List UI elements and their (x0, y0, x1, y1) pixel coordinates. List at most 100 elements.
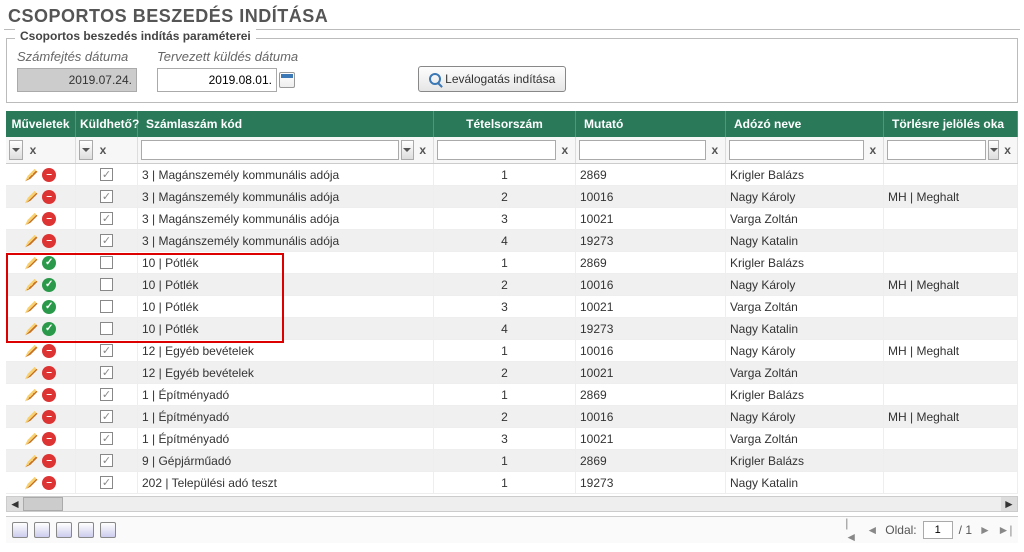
sendable-checkbox[interactable] (100, 366, 113, 379)
reload-icon[interactable] (34, 522, 50, 538)
sendable-checkbox[interactable] (100, 344, 113, 357)
table-row[interactable]: –12 | Egyéb bevételek110016Nagy KárolyMH… (6, 340, 1018, 362)
edit-icon[interactable] (25, 300, 39, 314)
filter-name-input[interactable] (729, 140, 864, 160)
table-row[interactable]: –1 | Építményadó310021Varga Zoltán (6, 428, 1018, 450)
table-row[interactable]: –1 | Építményadó210016Nagy KárolyMH | Me… (6, 406, 1018, 428)
status-icon[interactable]: – (42, 388, 56, 402)
sendable-checkbox[interactable] (100, 278, 113, 291)
filter-reason-dd[interactable] (988, 140, 999, 160)
sendable-checkbox[interactable] (100, 234, 113, 247)
edit-icon[interactable] (25, 366, 39, 380)
sendable-checkbox[interactable] (100, 256, 113, 269)
edit-icon[interactable] (25, 234, 39, 248)
table-row[interactable]: –3 | Magánszemély kommunális adója310021… (6, 208, 1018, 230)
export-csv-icon[interactable] (78, 522, 94, 538)
filter-mut-clear[interactable]: x (708, 140, 722, 160)
pager-next-icon[interactable]: ► (978, 523, 992, 537)
filter-mut-input[interactable] (579, 140, 706, 160)
col-reason[interactable]: Törlésre jelölés oka (884, 111, 1018, 137)
status-icon[interactable]: – (42, 454, 56, 468)
status-icon[interactable]: – (42, 234, 56, 248)
sendable-checkbox[interactable] (100, 190, 113, 203)
table-row[interactable]: ✓10 | Pótlék210016Nagy KárolyMH | Meghal… (6, 274, 1018, 296)
table-row[interactable]: ✓10 | Pótlék12869Krigler Balázs (6, 252, 1018, 274)
filter-line-clear[interactable]: x (558, 140, 572, 160)
edit-icon[interactable] (25, 278, 39, 292)
filter-reason-input[interactable] (887, 140, 986, 160)
edit-icon[interactable] (25, 322, 39, 336)
filter-snd-clear[interactable]: x (95, 140, 111, 160)
edit-icon[interactable] (25, 190, 39, 204)
calendar-icon[interactable] (279, 72, 295, 88)
filter-button[interactable]: Leválogatás indítása (418, 66, 566, 92)
filter-reason-clear[interactable]: x (1001, 140, 1014, 160)
edit-icon[interactable] (25, 410, 39, 424)
edit-icon[interactable] (25, 256, 39, 270)
edit-icon[interactable] (25, 344, 39, 358)
print-icon[interactable] (100, 522, 116, 538)
table-row[interactable]: –3 | Magánszemély kommunális adója210016… (6, 186, 1018, 208)
export-excel-icon[interactable] (56, 522, 72, 538)
sendable-checkbox[interactable] (100, 300, 113, 313)
status-icon[interactable]: – (42, 168, 56, 182)
col-ops[interactable]: Műveletek (6, 111, 76, 137)
edit-icon[interactable] (25, 476, 39, 490)
edit-icon[interactable] (25, 432, 39, 446)
col-sendable[interactable]: Küldhető? (76, 111, 138, 137)
sendable-checkbox[interactable] (100, 432, 113, 445)
table-row[interactable]: ✓10 | Pótlék310021Varga Zoltán (6, 296, 1018, 318)
sendable-checkbox[interactable] (100, 454, 113, 467)
status-icon[interactable]: – (42, 344, 56, 358)
filter-snd-dd[interactable] (79, 140, 93, 160)
status-icon[interactable]: ✓ (42, 278, 56, 292)
filter-ops-clear[interactable]: x (25, 140, 41, 160)
table-row[interactable]: –12 | Egyéb bevételek210021Varga Zoltán (6, 362, 1018, 384)
sendable-checkbox[interactable] (100, 388, 113, 401)
filter-ops-dd[interactable] (9, 140, 23, 160)
col-name[interactable]: Adózó neve (726, 111, 884, 137)
scroll-right-icon[interactable]: ► (1001, 497, 1017, 511)
pager-current-input[interactable] (923, 521, 953, 539)
table-row[interactable]: –3 | Magánszemély kommunális adója12869K… (6, 164, 1018, 186)
edit-icon[interactable] (25, 168, 39, 182)
pager-first-icon[interactable]: |◄ (845, 523, 859, 537)
col-code[interactable]: Számlaszám kód (138, 111, 434, 137)
status-icon[interactable]: ✓ (42, 300, 56, 314)
table-row[interactable]: –202 | Települési adó teszt119273Nagy Ka… (6, 472, 1018, 494)
status-icon[interactable]: ✓ (42, 322, 56, 336)
col-mutato[interactable]: Mutató (576, 111, 726, 137)
table-row[interactable]: –3 | Magánszemély kommunális adója419273… (6, 230, 1018, 252)
edit-icon[interactable] (25, 388, 39, 402)
refresh-icon[interactable] (12, 522, 28, 538)
pager-prev-icon[interactable]: ◄ (865, 523, 879, 537)
sendable-checkbox[interactable] (100, 212, 113, 225)
col-line[interactable]: Tételsorszám (434, 111, 576, 137)
sendable-checkbox[interactable] (100, 410, 113, 423)
status-icon[interactable]: – (42, 410, 56, 424)
status-icon[interactable]: – (42, 366, 56, 380)
scroll-thumb[interactable] (23, 497, 63, 511)
pager-last-icon[interactable]: ►| (998, 523, 1012, 537)
status-icon[interactable]: – (42, 190, 56, 204)
status-icon[interactable]: – (42, 212, 56, 226)
filter-name-clear[interactable]: x (866, 140, 880, 160)
filter-code-input[interactable] (141, 140, 399, 160)
date-send-input[interactable] (157, 68, 277, 92)
status-icon[interactable]: – (42, 432, 56, 446)
sendable-checkbox[interactable] (100, 322, 113, 335)
table-row[interactable]: –9 | Gépjárműadó12869Krigler Balázs (6, 450, 1018, 472)
h-scrollbar[interactable]: ◄ ► (6, 496, 1018, 512)
status-icon[interactable]: – (42, 476, 56, 490)
filter-code-dd[interactable] (401, 140, 414, 160)
scroll-left-icon[interactable]: ◄ (7, 497, 23, 511)
status-icon[interactable]: ✓ (42, 256, 56, 270)
sendable-checkbox[interactable] (100, 168, 113, 181)
edit-icon[interactable] (25, 454, 39, 468)
table-row[interactable]: ✓10 | Pótlék419273Nagy Katalin (6, 318, 1018, 340)
table-row[interactable]: –1 | Építményadó12869Krigler Balázs (6, 384, 1018, 406)
edit-icon[interactable] (25, 212, 39, 226)
filter-code-clear[interactable]: x (416, 140, 430, 160)
sendable-checkbox[interactable] (100, 476, 113, 489)
filter-line-input[interactable] (437, 140, 556, 160)
